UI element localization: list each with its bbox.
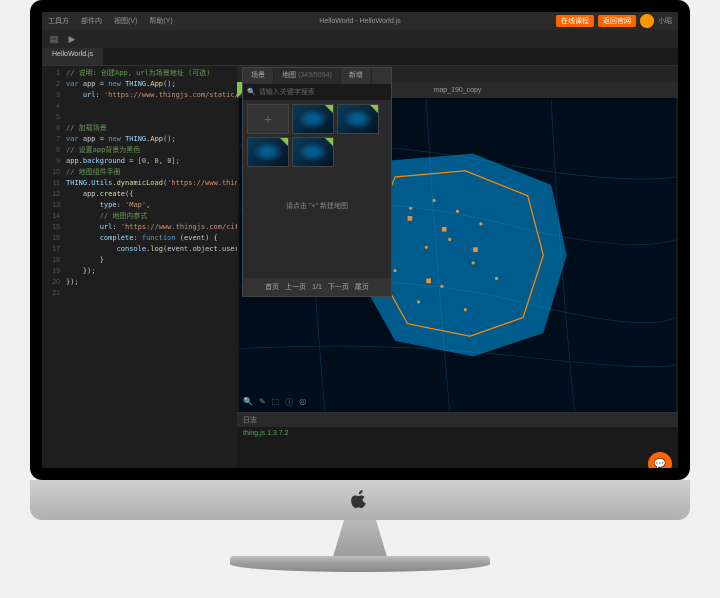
scene-thumbnail[interactable] bbox=[337, 104, 379, 134]
tab-scene[interactable]: 场景 bbox=[243, 68, 274, 84]
monitor-stand bbox=[320, 520, 400, 560]
dialog-hint: 请点击 "+" 新建地图 bbox=[243, 201, 391, 211]
search-icon: 🔍 bbox=[247, 88, 256, 96]
layers-icon[interactable]: ⬚ bbox=[272, 397, 280, 408]
menu-tools[interactable]: 工具方 bbox=[48, 16, 69, 26]
scene-name: map_190_copy bbox=[434, 87, 482, 94]
page-prev[interactable]: 上一页 bbox=[285, 282, 306, 292]
page-last[interactable]: 尾页 bbox=[355, 282, 369, 292]
file-icon[interactable]: ▤ bbox=[48, 33, 60, 45]
line-gutter: 123456789101112131415161718192021 bbox=[42, 66, 64, 299]
edit-icon[interactable]: ✎ bbox=[259, 397, 266, 408]
target-icon[interactable]: ◎ bbox=[299, 397, 306, 408]
window-title: HelloWorld - HelloWorld.js bbox=[319, 18, 400, 25]
online-course-button[interactable]: 在线课程 bbox=[556, 15, 594, 27]
scene-thumbnail[interactable] bbox=[247, 137, 289, 167]
search-placeholder: 请输入关键字搜索 bbox=[259, 87, 315, 97]
tab-map[interactable]: 地图 (343/5094) bbox=[274, 68, 341, 84]
menu-help[interactable]: 帮助(Y) bbox=[149, 16, 172, 26]
username: 小昭 bbox=[658, 16, 672, 26]
file-tab[interactable]: HelloWorld.js bbox=[42, 48, 104, 65]
code-editor[interactable]: 123456789101112131415161718192021 // 说明:… bbox=[42, 66, 237, 468]
dialog-search[interactable]: 🔍 请输入关键字搜索 bbox=[243, 84, 391, 100]
console-panel: 日志 thing.js 1.3.7.2 bbox=[237, 412, 678, 468]
console-tab[interactable]: 日志 bbox=[237, 413, 678, 427]
console-line: thing.js 1.3.7.2 bbox=[243, 430, 289, 437]
back-site-button[interactable]: 返回官网 bbox=[598, 15, 636, 27]
file-tabs: HelloWorld.js bbox=[42, 48, 678, 66]
monitor-bezel bbox=[30, 480, 690, 520]
map-controls: 🔍 ✎ ⬚ ⓘ ◎ bbox=[243, 397, 306, 408]
play-icon[interactable]: ▶ bbox=[66, 33, 78, 45]
add-scene-button[interactable]: + bbox=[247, 104, 289, 134]
scene-thumbnail[interactable] bbox=[292, 137, 334, 167]
monitor-base bbox=[230, 556, 490, 572]
page-next[interactable]: 下一页 bbox=[328, 282, 349, 292]
scene-thumbnail[interactable] bbox=[292, 104, 334, 134]
info-icon[interactable]: ⓘ bbox=[285, 397, 293, 408]
editor-toolbar: ▤ ▶ bbox=[42, 30, 678, 48]
monitor-frame: 工具方 部件内 视图(V) 帮助(Y) HelloWorld - HelloWo… bbox=[30, 0, 690, 480]
menu-view[interactable]: 视图(V) bbox=[114, 16, 137, 26]
pagination: 首页 上一页 1/1 下一页 尾页 bbox=[243, 278, 391, 296]
chat-button[interactable]: 💬 bbox=[648, 452, 672, 468]
ide-screen: 工具方 部件内 视图(V) 帮助(Y) HelloWorld - HelloWo… bbox=[42, 12, 678, 468]
menu-bar: 工具方 部件内 视图(V) 帮助(Y) HelloWorld - HelloWo… bbox=[42, 12, 678, 30]
code-content: // 说明: 创建App, url为场景地址 (可选) var app = ne… bbox=[66, 66, 237, 288]
resource-dialog: 场景 地图 (343/5094) 新增 🔍 请输入关键字搜索 + 请点击 "+"… bbox=[242, 67, 392, 297]
apple-logo-icon bbox=[350, 488, 370, 512]
avatar[interactable] bbox=[640, 14, 654, 28]
page-indicator: 1/1 bbox=[312, 284, 322, 291]
zoom-icon[interactable]: 🔍 bbox=[243, 397, 253, 408]
menu-parts[interactable]: 部件内 bbox=[81, 16, 102, 26]
page-first[interactable]: 首页 bbox=[265, 282, 279, 292]
tab-new[interactable]: 新增 bbox=[341, 68, 372, 84]
